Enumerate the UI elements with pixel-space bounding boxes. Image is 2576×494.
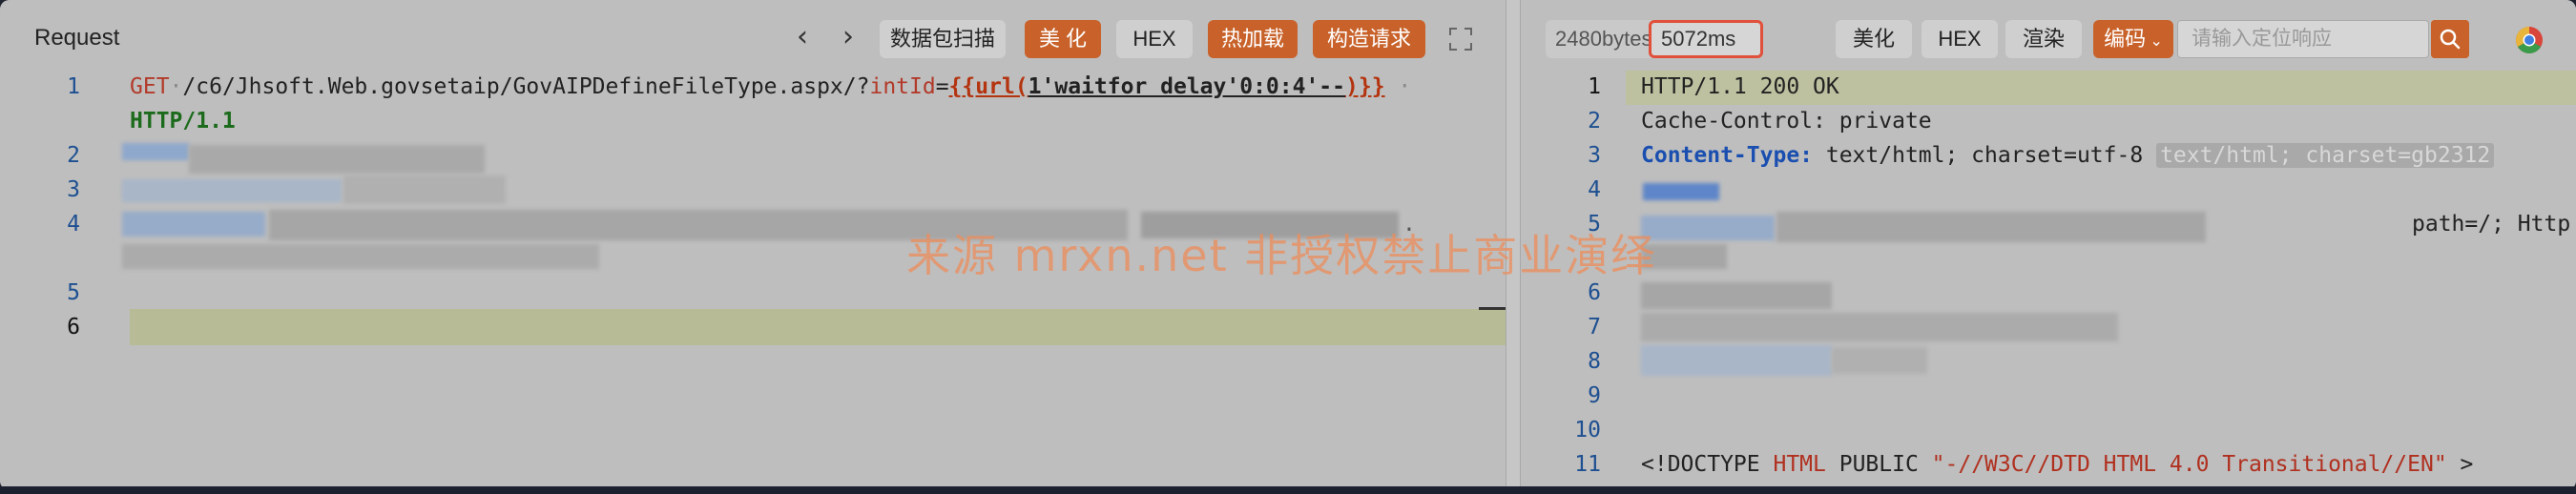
line-number: 6	[67, 315, 80, 340]
doctype-html: HTML	[1773, 452, 1826, 477]
chrome-icon[interactable]	[2515, 26, 2544, 54]
redacted-block	[1832, 347, 1927, 374]
packet-scan-button[interactable]: 数据包扫描	[880, 20, 1006, 58]
line-number: 9	[1588, 383, 1601, 408]
doctype-string: "-//W3C//DTD HTML 4.0 Transitional//EN"	[1931, 452, 2447, 477]
forward-arrow-icon[interactable]: ›	[834, 21, 862, 55]
redacted-block	[1643, 183, 1719, 200]
redacted-block	[1641, 313, 2118, 341]
construct-request-button[interactable]: 构造请求	[1313, 20, 1425, 58]
header-value: private	[1825, 109, 1932, 134]
line-number: 5	[67, 280, 80, 305]
param-equals: =	[935, 74, 949, 99]
line-number: 8	[1588, 349, 1601, 374]
encode-label: 编码	[2104, 27, 2147, 51]
chevron-down-icon: ⌄	[2146, 33, 2163, 50]
redacted-block	[1641, 345, 1832, 376]
header-key: Cache-Control:	[1641, 109, 1826, 134]
template-close: )}}	[1345, 74, 1385, 99]
request-protocol: HTTP/1.1	[130, 109, 236, 134]
response-beautify-button[interactable]: 美化	[1836, 20, 1912, 58]
window-bottom-edge	[0, 486, 2576, 494]
watermark-text: 来源 mrxn.net 非授权禁止商业演绎	[906, 230, 1657, 281]
request-path: /c6/Jhsoft.Web.govsetaip/GovAIPDefineFil…	[182, 74, 870, 99]
line-number: 2	[67, 143, 80, 168]
header-key: Content-Type:	[1641, 143, 1814, 168]
line-number: 3	[1588, 143, 1601, 168]
template-open: {{url(	[948, 74, 1028, 99]
cache-control-header: Cache-Control: private	[1641, 109, 1932, 134]
locate-response-input[interactable]: 请输入定位响应	[2177, 20, 2429, 58]
beautify-button[interactable]: 美 化	[1025, 20, 1101, 58]
response-panel: 2480bytes 5072ms 美化 HEX 渲染 编码 ⌄ 请输入定位响应 …	[1521, 0, 2576, 490]
header-value: text/html; charset=utf-8	[1813, 143, 2144, 168]
response-hex-button[interactable]: HEX	[1922, 20, 1998, 58]
redacted-block	[122, 212, 265, 237]
http-method: GET	[130, 74, 170, 99]
redacted-block	[1776, 212, 2206, 242]
line-number: 10	[1574, 418, 1601, 443]
back-arrow-icon[interactable]: ‹	[788, 21, 817, 55]
expand-icon[interactable]	[1446, 25, 1475, 53]
hex-button[interactable]: HEX	[1116, 20, 1193, 58]
line-number: 11	[1574, 452, 1601, 477]
hot-load-button[interactable]: 热加载	[1208, 20, 1298, 58]
doctype-public: PUBLIC	[1825, 452, 1932, 477]
request-line: GET·/c6/Jhsoft.Web.govsetaip/GovAIPDefin…	[130, 74, 1412, 99]
encode-dropdown[interactable]: 编码 ⌄	[2093, 20, 2173, 58]
redacted-block	[122, 179, 342, 202]
content-type-header: Content-Type: text/html; charset=utf-8 t…	[1641, 143, 2495, 168]
doctype-close: >	[2446, 452, 2474, 477]
redacted-block	[122, 244, 599, 269]
active-line-highlight	[130, 309, 1506, 345]
redacted-block	[122, 143, 189, 160]
redacted-block	[343, 175, 506, 204]
search-icon[interactable]	[2431, 20, 2469, 58]
param-name: intId	[869, 74, 936, 99]
status-line: HTTP/1.1 200 OK	[1641, 74, 1839, 99]
charset-hint: text/html; charset=gb2312	[2156, 143, 2495, 168]
redacted-block	[1641, 216, 1775, 240]
render-button[interactable]: 渲染	[2005, 20, 2082, 58]
response-time: 5072ms	[1649, 20, 1763, 58]
line-number: 4	[67, 212, 80, 237]
request-toolbar: Request ‹ › 数据包扫描 美 化 HEX 热加载 构造请求	[0, 0, 1506, 76]
protocol-version: HTTP/1.1	[130, 109, 236, 134]
line-number: 1	[1588, 74, 1601, 99]
line-number: 3	[67, 177, 80, 202]
response-size: 2480bytes	[1546, 20, 1662, 58]
doctype-line: <!DOCTYPE HTML PUBLIC "-//W3C//DTD HTML …	[1641, 452, 2473, 477]
line-number: 1	[67, 74, 80, 99]
line-number: 7	[1588, 315, 1601, 340]
line-number: 2	[1588, 109, 1601, 134]
redacted-block	[189, 145, 485, 174]
scroll-marker	[1479, 307, 1506, 310]
line-number: 4	[1588, 177, 1601, 202]
cookie-path-fragment: path=/; Http	[2412, 212, 2571, 237]
app-window: Request ‹ › 数据包扫描 美 化 HEX 热加载 构造请求 1 GET…	[0, 0, 2576, 490]
doctype-keyword: <!DOCTYPE	[1641, 452, 1774, 477]
sql-payload: 1'waitfor delay'0:0:4'--	[1028, 74, 1346, 99]
redacted-block	[1641, 282, 1832, 309]
request-title: Request	[34, 25, 120, 51]
